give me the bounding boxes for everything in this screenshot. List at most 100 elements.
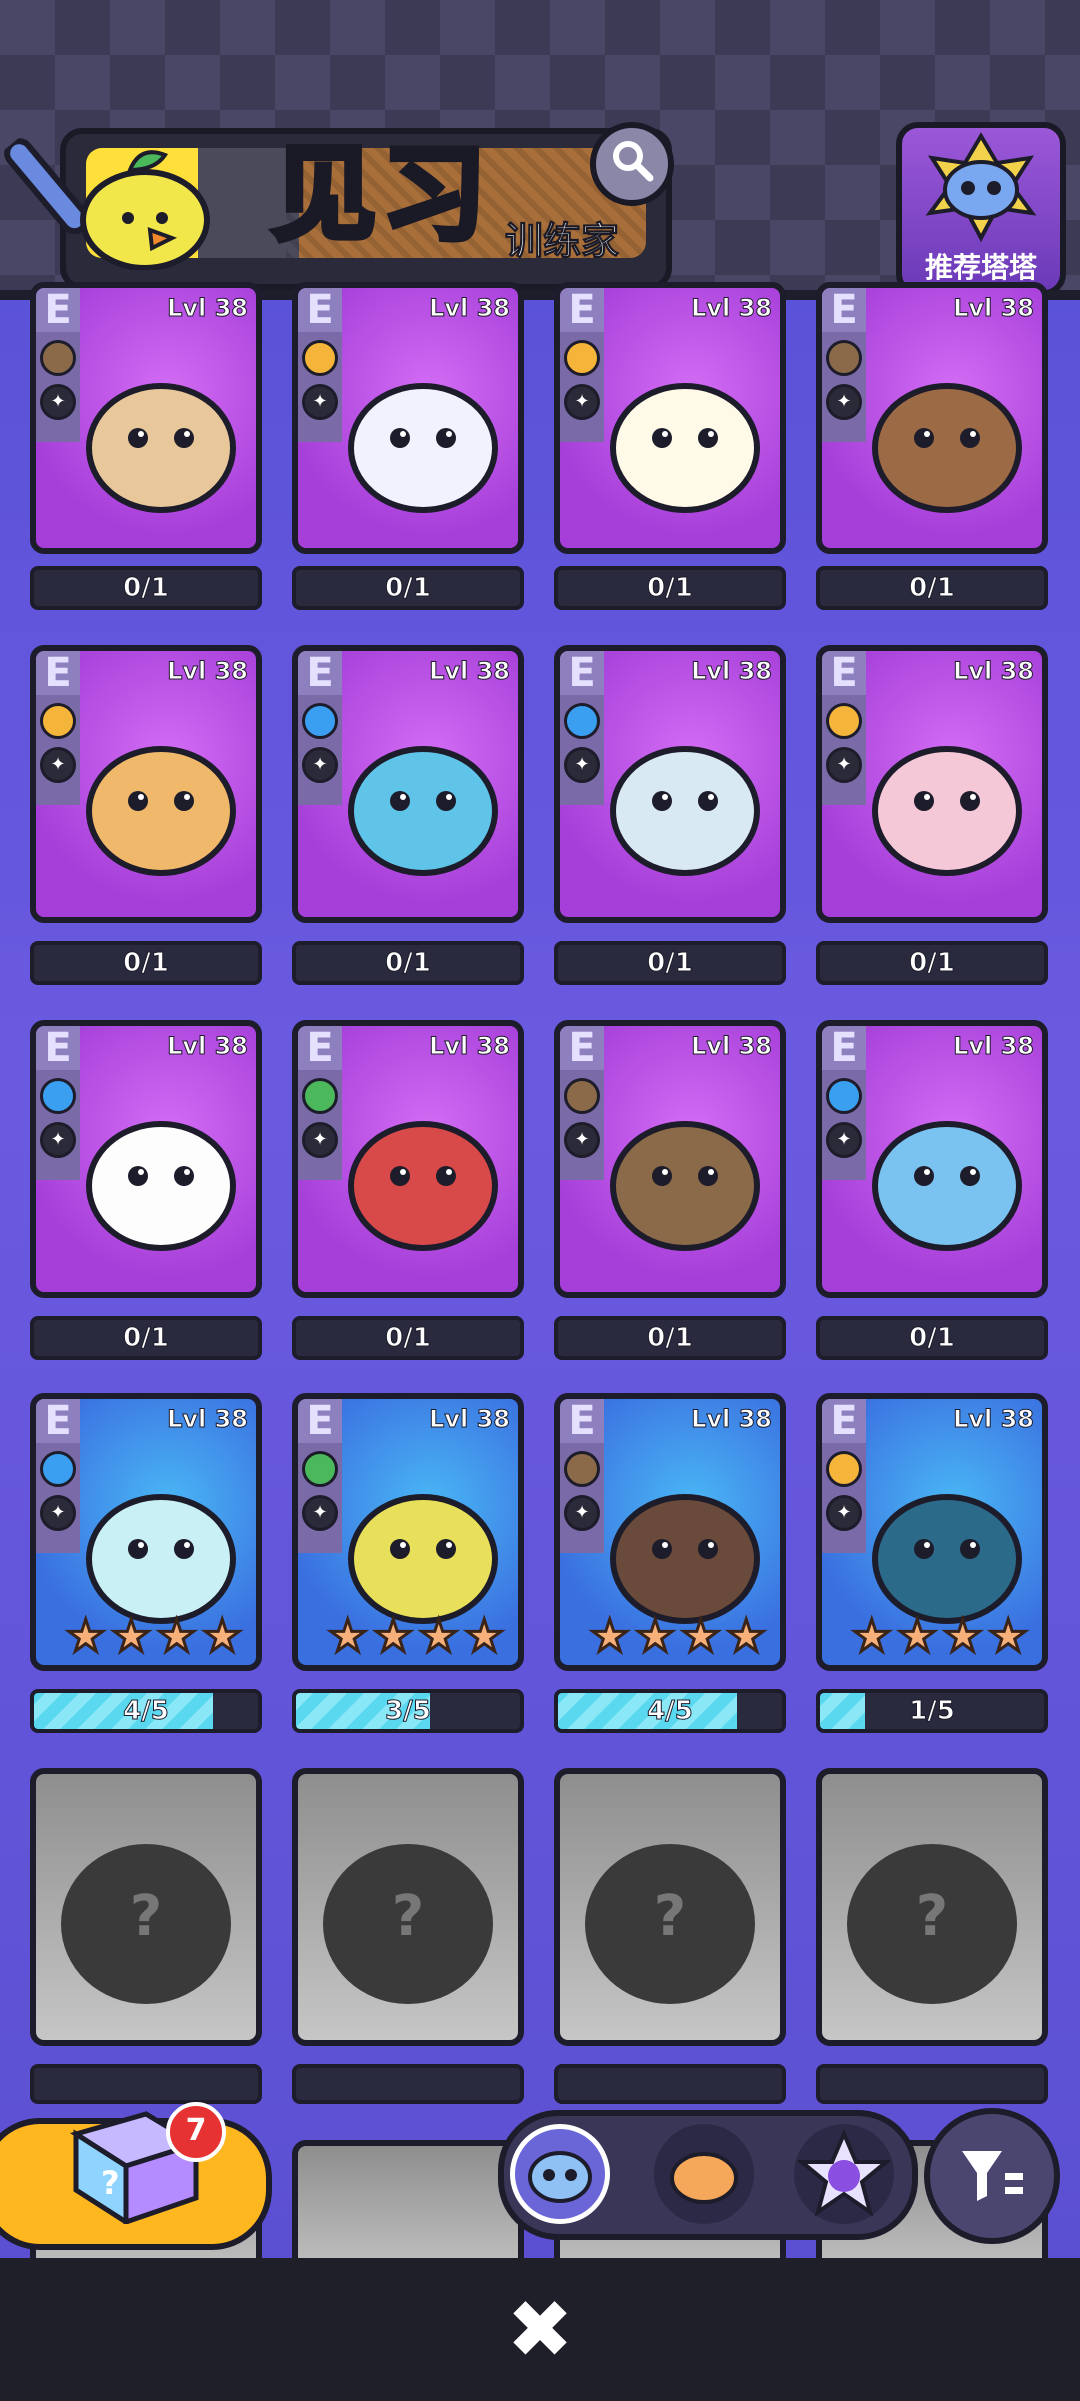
level-label: Lvl 38 [691,294,773,323]
star-rating: ★ ★ ★ ★ [326,1611,506,1662]
level-label: Lvl 38 [167,1405,249,1434]
monster-card[interactable]: E Lvl 38 ✦ ★ ★ ★ ★ [30,1393,262,1671]
locked-question-mark: ? [653,1884,687,1949]
level-label: Lvl 38 [167,1032,249,1061]
monster-card[interactable]: E Lvl 38 ✦ [292,1020,524,1298]
rank-title: 见习 [269,133,493,255]
monster-portrait [852,328,1042,528]
monster-card[interactable]: E Lvl 38 ✦ [554,282,786,554]
star-rating: ★ ★ ★ ★ [850,1611,1030,1662]
monster-card[interactable]: E Lvl 38 ✦ [30,645,262,923]
trainer-avatar [80,150,210,270]
star-icon: ★ [942,1611,984,1662]
tab-badges[interactable] [794,2124,894,2224]
locked-monster-card[interactable]: ? [816,1768,1048,2046]
tier-letter: E [36,1399,80,1443]
mystery-box-button[interactable]: ? [0,2111,272,2250]
monster-card[interactable]: E Lvl 38 ✦ [30,282,262,554]
monster-card[interactable]: E Lvl 38 ✦ [816,282,1048,554]
monster-card[interactable]: E Lvl 38 ✦ ★ ★ ★ ★ [816,1393,1048,1671]
progress-bar: 0/1 [554,941,786,985]
level-label: Lvl 38 [167,657,249,686]
monster-portrait [328,691,518,891]
tab-monsters[interactable] [510,2124,610,2224]
tier-letter: E [560,1026,604,1070]
level-label: Lvl 38 [953,657,1035,686]
monster-portrait [852,1066,1042,1266]
monster-card[interactable]: E Lvl 38 ✦ [30,1020,262,1298]
monster-card[interactable]: E Lvl 38 ✦ [292,645,524,923]
level-label: Lvl 38 [691,1032,773,1061]
level-label: Lvl 38 [953,1405,1035,1434]
star-icon: ★ [851,1611,893,1662]
progress-bar: 0/1 [292,941,524,985]
monster-portrait [328,328,518,528]
level-label: Lvl 38 [429,1405,511,1434]
monster-portrait [328,1439,518,1639]
tier-letter: E [822,288,866,332]
progress-bar: 4/5 [30,1689,262,1733]
star-icon: ★ [896,1611,938,1662]
locked-monster-card[interactable]: ? [554,1768,786,2046]
tier-letter: E [298,288,342,332]
locked-monster-card[interactable]: ? [30,1768,262,2046]
progress-label: 0/1 [647,1323,694,1354]
monster-card[interactable]: E Lvl 38 ✦ ★ ★ ★ ★ [292,1393,524,1671]
progress-bar: 0/1 [816,1316,1048,1360]
progress-bar: 0/1 [292,1316,524,1360]
progress-bar: 0/1 [30,1316,262,1360]
progress-bar: 0/1 [816,566,1048,610]
progress-label: 0/1 [123,573,170,604]
progress-bar: 0/1 [554,1316,786,1360]
filter-button[interactable] [924,2108,1060,2244]
tier-letter: E [36,1026,80,1070]
star-rating: ★ ★ ★ ★ [588,1611,768,1662]
star-icon: ★ [327,1611,369,1662]
recommend-label: 推荐塔塔 [924,251,1037,284]
category-tabs [498,2110,918,2240]
star-icon: ★ [589,1611,631,1662]
progress-label: 0/1 [123,948,170,979]
tier-letter: E [298,1026,342,1070]
close-button[interactable]: ✖ [500,2290,580,2370]
tab-food[interactable] [654,2124,754,2224]
progress-bar [554,2064,786,2104]
star-rating: ★ ★ ★ ★ [64,1611,244,1662]
star-icon: ★ [418,1611,460,1662]
progress-label: 0/1 [647,573,694,604]
star-badge-icon [796,2128,892,2217]
star-icon: ★ [680,1611,722,1662]
level-label: Lvl 38 [953,294,1035,323]
monster-card[interactable]: E Lvl 38 ✦ [816,1020,1048,1298]
level-label: Lvl 38 [691,1405,773,1434]
progress-bar: 0/1 [816,941,1048,985]
level-label: Lvl 38 [429,657,511,686]
progress-bar: 0/1 [30,941,262,985]
search-button[interactable] [590,122,674,206]
monster-card[interactable]: E Lvl 38 ✦ [292,282,524,554]
star-icon: ★ [110,1611,152,1662]
monster-portrait [590,328,780,528]
monster-card[interactable]: E Lvl 38 ✦ [554,1020,786,1298]
progress-bar [816,2064,1048,2104]
progress-label: 4/5 [647,1696,694,1727]
progress-label: 0/1 [909,1323,956,1354]
monster-card[interactable]: E Lvl 38 ✦ ★ ★ ★ ★ [554,1393,786,1671]
progress-label: 0/1 [647,948,694,979]
monster-portrait [328,1066,518,1266]
monster-card[interactable]: E Lvl 38 ✦ [554,645,786,923]
level-label: Lvl 38 [429,1032,511,1061]
monster-portrait [590,1066,780,1266]
progress-label: 0/1 [385,1323,432,1354]
progress-bar: 0/1 [554,566,786,610]
locked-question-mark: ? [129,1884,163,1949]
svg-text:?: ? [101,2164,120,2202]
progress-label: 0/1 [385,948,432,979]
rank-subtitle: 训练家 [504,219,620,264]
monster-card[interactable]: E Lvl 38 ✦ [816,645,1048,923]
recommend-button[interactable]: 推荐塔塔 [896,122,1066,296]
star-icon: ★ [372,1611,414,1662]
monster-portrait [66,1066,256,1266]
locked-monster-card[interactable]: ? [292,1768,524,2046]
star-icon: ★ [156,1611,198,1662]
